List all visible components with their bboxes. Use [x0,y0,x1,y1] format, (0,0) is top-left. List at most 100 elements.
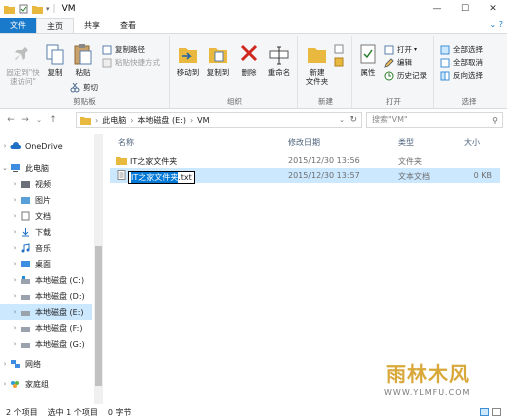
status-bar: 2 个项目 选中 1 个项目 0 字节 [0,404,507,420]
tab-home[interactable]: 主页 [36,18,74,33]
select-none-button[interactable]: 全部取消 [440,57,483,68]
copy-path-button[interactable]: 复制路径 [102,44,145,55]
refresh-icon[interactable]: ↻ [349,115,357,125]
open-group-label: 打开 [386,97,401,106]
address-bar[interactable]: › 此电脑 › 本地磁盘 (E:) › VM ⌄ ↻ [76,112,362,128]
select-all-button[interactable]: 全部选择 [440,44,483,55]
expand-arrow-icon[interactable]: › [10,244,20,252]
delete-button[interactable]: 删除 [236,42,262,77]
nav-item-onedrive[interactable]: › OneDrive [0,138,92,154]
tab-share[interactable]: 共享 [74,18,110,33]
expand-arrow-icon[interactable]: › [10,180,20,188]
nav-label: 文档 [35,211,51,221]
ribbon-tabs: 文件 主页 共享 查看 ⌄ ? [0,18,507,33]
copy-to-button[interactable]: 复制到 [204,42,232,77]
breadcrumb-vm[interactable]: VM [197,116,209,125]
back-arrow-icon[interactable]: ← [4,115,18,125]
copy-button[interactable]: 复制 [42,42,68,77]
open-group: 属性 打开 ▾ 编辑 历史记录 打开 [354,36,434,108]
close-icon[interactable]: ✕ [479,0,507,18]
chevron-right-icon: › [130,115,134,125]
minimize-icon[interactable]: — [423,0,451,18]
history-label: 历史记录 [397,71,427,80]
recent-locations-icon[interactable]: ⌄ [32,116,46,124]
forward-arrow-icon[interactable]: → [18,115,32,125]
expand-arrow-icon[interactable]: › [10,276,20,284]
nav-item-drive-f[interactable]: › 本地磁盘 (F:) [0,320,92,336]
edit-button[interactable]: 编辑 [384,57,412,68]
file-row-selected[interactable]: IT之家文件夹 .txt 2015/12/30 13:57 文本文档 0 KB [110,168,500,184]
nav-scrollbar[interactable] [94,134,103,404]
up-arrow-icon[interactable]: ↑ [46,115,60,125]
collapse-arrow-icon[interactable]: ⌄ [0,164,10,172]
cut-button[interactable]: 剪切 [70,82,98,93]
column-header-date[interactable]: 修改日期 [288,137,320,148]
expand-arrow-icon[interactable]: › [0,142,10,150]
expand-arrow-icon[interactable]: › [10,228,20,236]
chevron-down-icon[interactable]: ⌄ [339,116,345,124]
file-row[interactable]: IT之家文件夹 2015/12/30 13:56 文件夹 [110,153,500,168]
column-header-type[interactable]: 类型 [398,137,414,148]
search-input[interactable]: 搜索"VM" ⚲ [366,112,503,128]
column-header-size[interactable]: 大小 [464,137,480,148]
nav-item-drive-g[interactable]: › 本地磁盘 (G:) [0,336,92,352]
ribbon-expand-icon[interactable]: ⌄ ? [490,20,504,29]
new-folder-label: 新建 文件夹 [305,68,329,86]
expand-arrow-icon[interactable]: › [10,260,20,268]
tab-file[interactable]: 文件 [0,18,36,33]
large-icons-view-icon[interactable] [492,408,501,416]
properties-button[interactable]: 属性 [356,42,380,77]
column-header-name[interactable]: 名称 [118,137,134,148]
invert-selection-button[interactable]: 反向选择 [440,70,483,81]
easy-access-icon[interactable] [334,57,344,67]
copy-label: 复制 [47,68,63,77]
new-folder-icon[interactable] [32,4,43,14]
rename-button[interactable]: 重命名 [264,42,294,77]
tab-view[interactable]: 查看 [110,18,146,33]
paste-shortcut-button[interactable]: 粘贴快捷方式 [102,57,160,68]
maximize-icon[interactable]: ☐ [451,0,479,18]
expand-arrow-icon[interactable]: › [10,308,20,316]
nav-item-downloads[interactable]: › 下载 [0,224,92,240]
nav-item-drive-c[interactable]: › 本地磁盘 (C:) [0,272,92,288]
expand-arrow-icon[interactable]: › [10,212,20,220]
nav-item-drive-d[interactable]: › 本地磁盘 (D:) [0,288,92,304]
chevron-down-icon[interactable]: ▾ [414,46,417,53]
nav-item-music[interactable]: › 音乐 [0,240,92,256]
nav-item-pictures[interactable]: › 图片 [0,192,92,208]
expand-arrow-icon[interactable]: › [10,340,20,348]
nav-item-this-pc[interactable]: ⌄ 此电脑 [0,160,92,176]
nav-item-documents[interactable]: › 文档 [0,208,92,224]
nav-item-drive-e[interactable]: › 本地磁盘 (E:) [0,304,92,320]
history-button[interactable]: 历史记录 [384,70,427,81]
nav-item-desktop[interactable]: › 桌面 [0,256,92,272]
expand-arrow-icon[interactable]: › [10,292,20,300]
rename-input[interactable]: IT之家文件夹 .txt [128,171,195,184]
pin-quick-access-button[interactable]: 固定到"快速访问" [4,42,42,86]
move-to-button[interactable]: 移动到 [174,42,202,77]
properties-icon[interactable] [18,4,29,14]
nav-item-videos[interactable]: › 视频 [0,176,92,192]
search-icon[interactable]: ⚲ [492,114,498,128]
nav-item-homegroup[interactable]: › 家庭组 [0,376,92,392]
expand-arrow-icon[interactable]: › [10,324,20,332]
new-folder-button[interactable]: 新建 文件夹 [302,42,332,86]
open-button[interactable]: 打开 ▾ [384,44,417,55]
expand-arrow-icon[interactable]: › [0,360,10,368]
nav-item-network[interactable]: › 网络 [0,356,92,372]
watermark: 雨林木风 WWW.YLMFU.COM [372,352,504,404]
details-view-icon[interactable] [480,408,489,416]
expand-arrow-icon[interactable]: › [0,380,10,388]
nav-scrollbar-thumb[interactable] [95,246,102,386]
desktop-icon [21,261,30,267]
paste-button[interactable]: 粘贴 [70,42,96,77]
breadcrumb-drive-e[interactable]: 本地磁盘 (E:) [137,115,186,126]
copy-icon [46,44,64,65]
drive-icon [21,311,30,316]
expand-arrow-icon[interactable]: › [10,196,20,204]
new-item-icon[interactable] [334,44,344,54]
title-bar: ▾ | VM — ☐ ✕ [0,0,507,18]
breadcrumb-this-pc[interactable]: 此电脑 [102,115,126,126]
customize-dropdown-icon[interactable]: ▾ [46,5,50,13]
navigation-pane: › OneDrive ⌄ 此电脑 › 视频 › 图片 › 文档 › 下载 › 音… [0,134,103,404]
